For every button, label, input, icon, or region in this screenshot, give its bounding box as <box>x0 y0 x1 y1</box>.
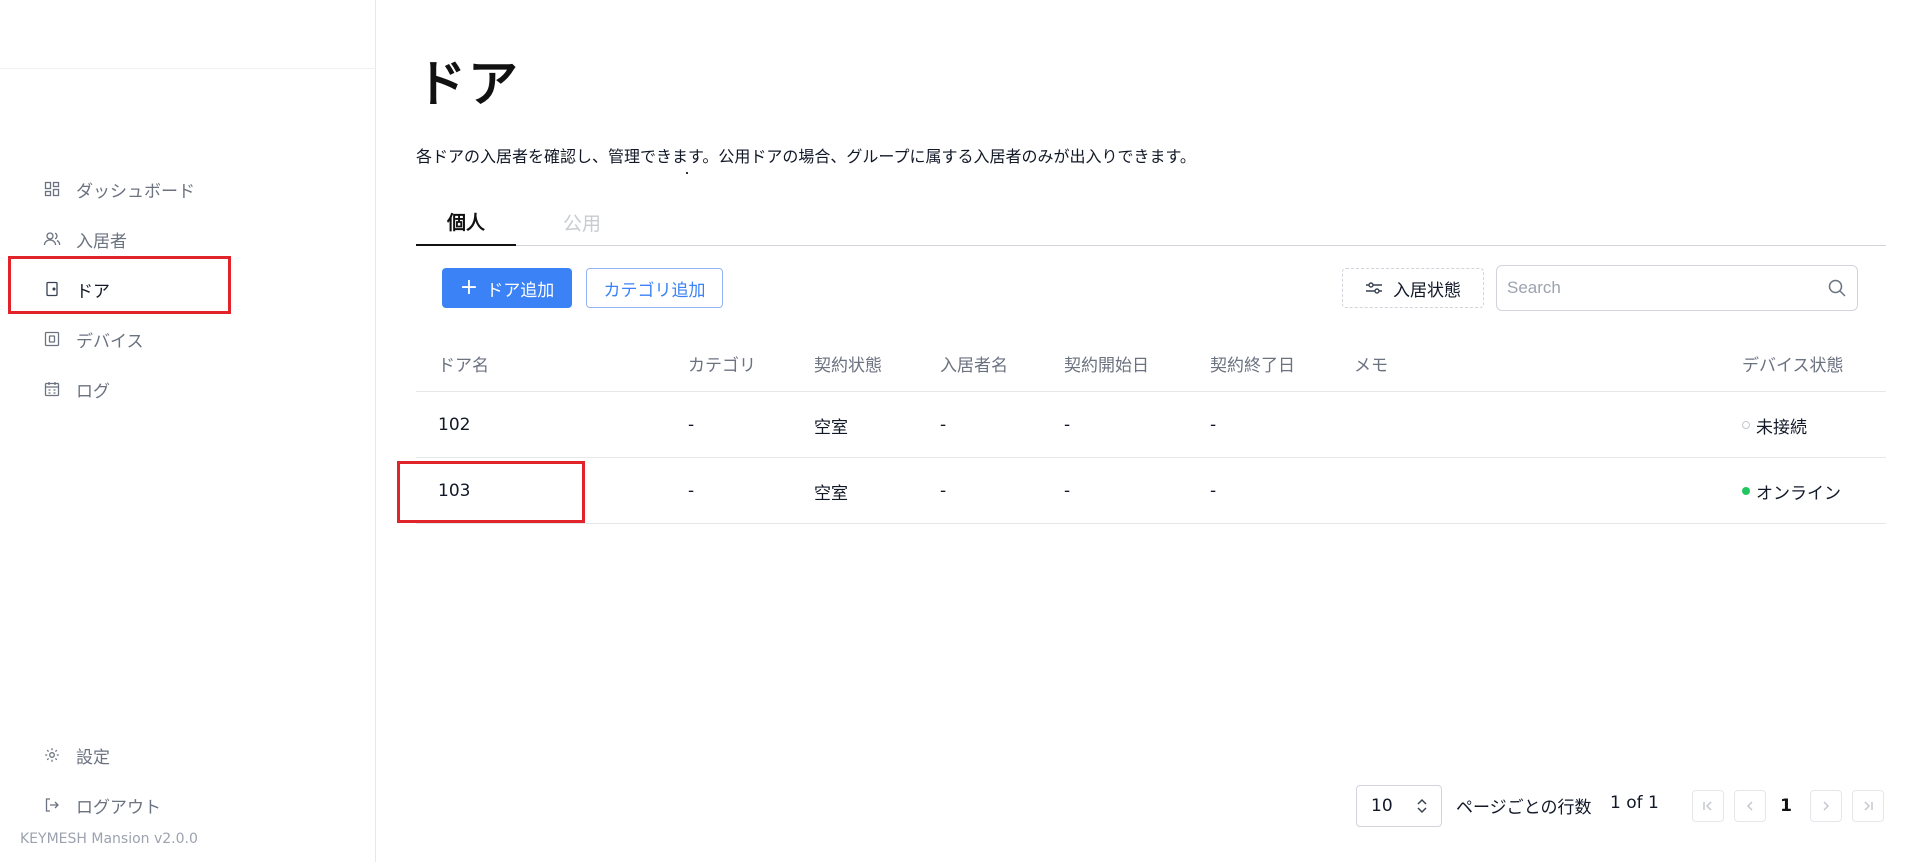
sidebar-nav: ダッシュボード 入居者 ドア デバイス ログ <box>30 164 340 414</box>
door-icon <box>42 279 62 299</box>
filter-label: 入居状態 <box>1393 280 1461 301</box>
column-header-device-status[interactable]: デバイス状態 <box>1742 334 1844 392</box>
sliders-icon <box>1365 281 1383 295</box>
sidebar-item-settings[interactable]: 設定 <box>30 730 340 780</box>
device-status-label: オンライン <box>1756 483 1841 504</box>
sidebar-item-label: ログアウト <box>76 797 161 818</box>
first-page-button[interactable] <box>1692 790 1724 822</box>
tab-private[interactable]: 個人 <box>416 198 516 246</box>
column-header-contract-start[interactable]: 契約開始日 <box>1064 334 1149 392</box>
sidebar-item-logout[interactable]: ログアウト <box>30 780 340 830</box>
cell-device-status: 未接続 <box>1742 392 1807 458</box>
chevron-left-icon <box>1746 801 1753 811</box>
cell-resident-name: - <box>940 415 947 435</box>
cell-contract-end: - <box>1210 415 1217 435</box>
cell-contract-start: - <box>1064 481 1071 501</box>
column-header-contract-status[interactable]: 契約状態 <box>814 334 882 392</box>
tab-bar: 個人 公用 <box>416 198 1886 246</box>
sidebar-divider <box>0 68 376 69</box>
device-status-label: 未接続 <box>1756 417 1807 438</box>
table-row[interactable]: 102 - 空室 - - - 未接続 <box>416 392 1886 458</box>
add-category-button[interactable]: カテゴリ追加 <box>586 268 723 308</box>
column-header-category[interactable]: カテゴリ <box>688 334 756 392</box>
sidebar-item-dashboard[interactable]: ダッシュボード <box>30 164 340 214</box>
cell-door-name[interactable]: 103 <box>438 458 470 524</box>
rows-per-page-value: 10 <box>1371 796 1393 816</box>
sidebar-item-doors[interactable]: ドア <box>30 264 340 314</box>
cell-category: - <box>688 415 695 435</box>
sidebar-item-label: デバイス <box>76 331 144 352</box>
gear-icon <box>42 745 62 765</box>
column-header-door-name[interactable]: ドア名 <box>438 334 489 392</box>
cell-contract-status: 空室 <box>814 483 848 504</box>
next-page-button[interactable] <box>1810 790 1842 822</box>
sidebar-item-label: ログ <box>76 381 110 402</box>
doors-table: ドア名 カテゴリ 契約状態 入居者名 契約開始日 契約終了日 メモ デバイス状態… <box>416 334 1886 524</box>
occupancy-filter-button[interactable]: 入居状態 <box>1342 268 1484 308</box>
sidebar-bottom-nav: 設定 ログアウト <box>30 730 340 830</box>
cell-device-status: オンライン <box>1742 458 1841 524</box>
logout-icon <box>42 795 62 815</box>
cell-door-name[interactable]: 102 <box>438 392 470 458</box>
calendar-log-icon <box>42 379 62 399</box>
online-status-icon <box>1742 487 1750 495</box>
sidebar-item-label: ドア <box>76 281 110 302</box>
chevron-up-down-icon <box>1415 797 1429 820</box>
search-icon[interactable] <box>1827 278 1847 302</box>
column-header-resident-name[interactable]: 入居者名 <box>940 334 1008 392</box>
cell-contract-end: - <box>1210 481 1217 501</box>
sidebar-item-devices[interactable]: デバイス <box>30 314 340 364</box>
sidebar-item-logs[interactable]: ログ <box>30 364 340 414</box>
column-header-memo[interactable]: メモ <box>1354 334 1388 392</box>
tab-public[interactable]: 公用 <box>532 198 632 246</box>
sidebar: ダッシュボード 入居者 ドア デバイス ログ 設定 ログアウト KEYMESH … <box>0 0 376 862</box>
sidebar-item-label: 設定 <box>76 747 110 768</box>
add-door-button[interactable]: + ドア追加 <box>442 268 572 308</box>
cell-resident-name: - <box>940 481 947 501</box>
table-header: ドア名 カテゴリ 契約状態 入居者名 契約開始日 契約終了日 メモ デバイス状態 <box>416 334 1886 392</box>
users-icon <box>42 229 62 249</box>
device-icon <box>42 329 62 349</box>
dashboard-icon <box>42 179 62 199</box>
last-page-button[interactable] <box>1852 790 1884 822</box>
page-info: 1 of 1 <box>1610 793 1659 813</box>
cell-contract-status: 空室 <box>814 417 848 438</box>
page-description: 各ドアの入居者を確認し、管理できます。公用ドアの場合、グループに属する入居者のみ… <box>416 147 1196 166</box>
sidebar-item-label: 入居者 <box>76 231 127 252</box>
column-header-contract-end[interactable]: 契約終了日 <box>1210 334 1295 392</box>
cell-category: - <box>688 481 695 501</box>
table-row[interactable]: 103 - 空室 - - - オンライン <box>416 458 1886 524</box>
stray-dot <box>686 172 688 174</box>
page-title: ドア <box>416 55 520 113</box>
first-page-icon <box>1703 801 1712 811</box>
rows-per-page-select[interactable]: 10 <box>1356 785 1442 827</box>
current-page-button[interactable]: 1 <box>1774 790 1798 822</box>
chevron-right-icon <box>1823 801 1830 811</box>
sidebar-item-label: ダッシュボード <box>76 181 195 202</box>
search-input[interactable] <box>1497 266 1807 310</box>
cell-contract-start: - <box>1064 415 1071 435</box>
app-version: KEYMESH Mansion v2.0.0 <box>20 831 198 847</box>
rows-per-page-label: ページごとの行数 <box>1456 798 1592 818</box>
prev-page-button[interactable] <box>1734 790 1766 822</box>
plus-icon: + <box>459 275 479 300</box>
last-page-icon <box>1864 801 1873 811</box>
add-door-label: ドア追加 <box>486 280 555 301</box>
offline-status-icon <box>1742 421 1750 429</box>
sidebar-item-residents[interactable]: 入居者 <box>30 214 340 264</box>
search-box <box>1496 265 1858 311</box>
